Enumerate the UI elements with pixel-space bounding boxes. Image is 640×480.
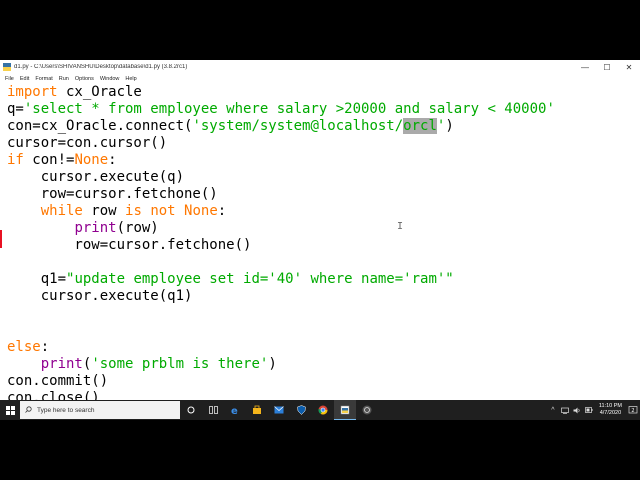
code-line-8: while row is not None: xyxy=(7,203,226,220)
menu-edit[interactable]: Edit xyxy=(20,76,29,82)
network-icon[interactable] xyxy=(560,400,570,420)
dsn-string-start: 'system/system@localhost/ xyxy=(192,118,404,134)
print-args: (row) xyxy=(116,220,159,236)
notification-count: 2 xyxy=(631,408,634,414)
search-placeholder: Type here to search xyxy=(37,406,95,414)
tray-expand-icon[interactable]: ^ xyxy=(548,400,558,420)
mouse-ibeam-icon: I xyxy=(397,221,404,232)
shield-icon[interactable] xyxy=(290,400,312,420)
assign-q: q= xyxy=(7,101,24,117)
screen: d1.py - C:\Users\SHIVANSHU\Desktop\datab… xyxy=(0,60,640,420)
code-editor[interactable]: import cx_Oracle q='select * from employ… xyxy=(0,84,640,406)
system-tray: ^ 11:10 PM 4/7/2020 2 xyxy=(547,400,640,420)
code-line-17: print('some prblm is there') xyxy=(7,356,277,373)
menu-run[interactable]: Run xyxy=(59,76,69,82)
code-line-18: con.commit() xyxy=(7,373,108,390)
menu-help[interactable]: Help xyxy=(125,76,136,82)
menu-window[interactable]: Window xyxy=(100,76,120,82)
import-target: cx_Oracle xyxy=(57,84,142,100)
if-colon: : xyxy=(108,152,117,168)
minimize-button[interactable]: — xyxy=(574,60,596,74)
clock-date: 4/7/2020 xyxy=(599,410,622,416)
taskbar: Type here to search e ^ 11:10 PM 4/7/202… xyxy=(0,400,640,420)
connect-call: con=cx_Oracle.connect( xyxy=(7,118,193,134)
start-button[interactable] xyxy=(0,400,20,420)
while-colon: : xyxy=(217,203,227,219)
select-query-string: 'select * from employee where salary >20… xyxy=(23,101,555,117)
search-icon xyxy=(25,405,32,415)
if-condition: con!= xyxy=(23,152,75,168)
window-title: d1.py - C:\Users\SHIVANSHU\Desktop\datab… xyxy=(14,64,188,70)
python-file-icon xyxy=(3,63,11,71)
keyword-if: if xyxy=(7,152,24,168)
python-shell-icon[interactable] xyxy=(356,400,378,420)
error-message-string: 'some prblm is there' xyxy=(91,356,269,372)
keyword-while: while xyxy=(40,203,83,219)
code-line-1: import cx_Oracle xyxy=(7,84,142,101)
cursor-assign: cursor=con.cursor() xyxy=(7,135,168,151)
clock[interactable]: 11:10 PM 4/7/2020 xyxy=(599,403,622,417)
taskbar-search[interactable]: Type here to search xyxy=(20,401,180,419)
chrome-icon[interactable] xyxy=(312,400,334,420)
keyword-is-not-none: is not None xyxy=(125,203,218,219)
commit-call: con.commit() xyxy=(7,373,109,389)
selected-text: orcl xyxy=(403,118,437,134)
code-line-7: row=cursor.fetchone() xyxy=(7,186,218,203)
title-bar[interactable]: d1.py - C:\Users\SHIVANSHU\Desktop\datab… xyxy=(0,60,640,74)
keyword-else: else xyxy=(7,339,41,355)
code-line-2: q='select * from employee where salary >… xyxy=(7,101,555,118)
assign-q1: q1= xyxy=(7,271,67,287)
store-icon[interactable] xyxy=(246,400,268,420)
code-line-3: con=cx_Oracle.connect('system/system@loc… xyxy=(7,118,454,135)
code-line-6: cursor.execute(q) xyxy=(7,169,184,186)
maximize-button[interactable]: ☐ xyxy=(596,60,618,74)
edge-icon[interactable]: e xyxy=(224,400,246,420)
code-line-16: else: xyxy=(7,339,49,356)
windows-logo-icon xyxy=(5,405,15,415)
notifications-button[interactable]: 2 xyxy=(626,400,640,420)
execute-q: cursor.execute(q) xyxy=(7,169,185,185)
else-colon: : xyxy=(40,339,50,355)
code-line-13: cursor.execute(q1) xyxy=(7,288,193,305)
code-line-12: q1="update employee set id='40' where na… xyxy=(7,271,454,288)
builtin-print: print xyxy=(74,220,117,236)
update-query-string: "update employee set id='40' where name=… xyxy=(66,271,454,287)
svg-text:e: e xyxy=(231,406,238,415)
print-close: ) xyxy=(268,356,277,372)
code-line-5: if con!=None: xyxy=(7,152,117,169)
keyword-import: import xyxy=(7,84,58,100)
idle-python-icon[interactable] xyxy=(334,400,356,420)
code-line-9: print(row) xyxy=(7,220,159,237)
volume-icon[interactable] xyxy=(572,400,582,420)
side-marker xyxy=(0,230,2,248)
keyword-none: None xyxy=(74,152,109,168)
menu-file[interactable]: File xyxy=(5,76,14,82)
mail-icon[interactable] xyxy=(268,400,290,420)
close-button[interactable]: ✕ xyxy=(618,60,640,74)
cortana-icon[interactable] xyxy=(180,400,202,420)
clock-time: 11:10 PM xyxy=(598,403,622,409)
notification-icon: 2 xyxy=(628,406,638,414)
fetch-row-again: row=cursor.fetchone() xyxy=(7,237,252,253)
code-line-4: cursor=con.cursor() xyxy=(7,135,167,152)
while-var: row xyxy=(82,203,126,219)
menu-bar: File Edit Format Run Options Window Help xyxy=(0,74,640,84)
menu-options[interactable]: Options xyxy=(75,76,94,82)
builtin-print: print xyxy=(40,356,83,372)
battery-icon[interactable] xyxy=(584,400,594,420)
fetch-row: row=cursor.fetchone() xyxy=(7,186,218,202)
task-view-icon[interactable] xyxy=(202,400,224,420)
connect-close: ) xyxy=(445,118,454,134)
menu-format[interactable]: Format xyxy=(35,76,52,82)
code-line-10: row=cursor.fetchone() xyxy=(7,237,251,254)
execute-q1: cursor.execute(q1) xyxy=(7,288,193,304)
